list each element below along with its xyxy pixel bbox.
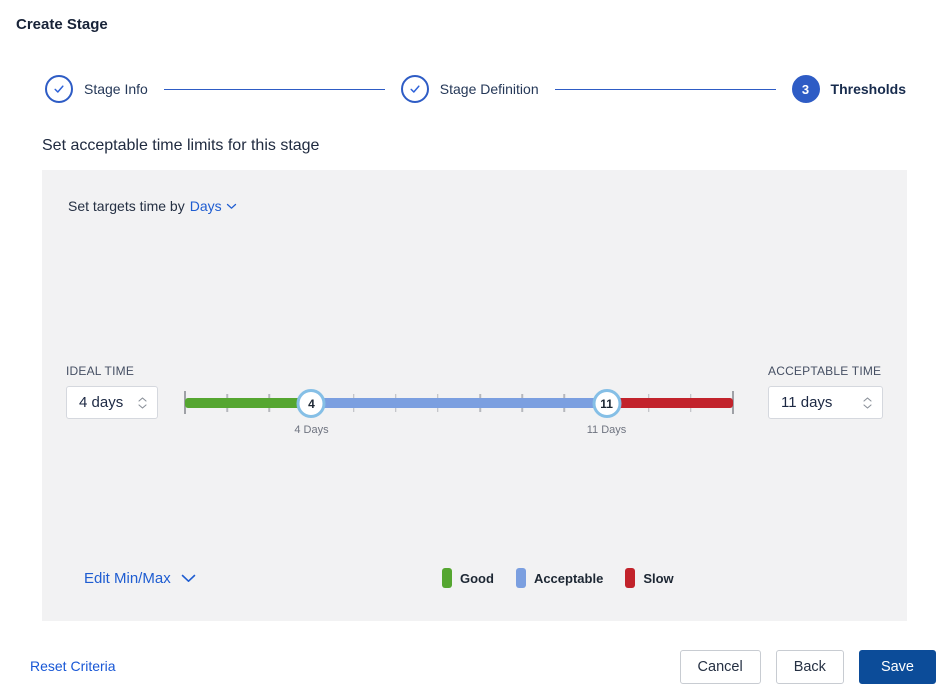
- slider-ticks: [185, 170, 733, 621]
- acceptable-handle-sublabel: 11 Days: [587, 424, 627, 436]
- legend-label: Slow: [643, 571, 673, 586]
- legend-item-slow: Slow: [625, 568, 673, 588]
- ideal-handle-sublabel: 4 Days: [294, 424, 328, 436]
- step-label: Stage Definition: [440, 81, 539, 97]
- stepper-connector: [164, 89, 385, 90]
- chevron-down-icon[interactable]: [138, 404, 147, 409]
- footer-buttons: Cancel Back Save: [680, 650, 936, 684]
- legend-item-acceptable: Acceptable: [516, 568, 603, 588]
- step-complete-circle: [401, 75, 429, 103]
- acceptable-time-input[interactable]: 11 days: [768, 386, 883, 419]
- legend-item-good: Good: [442, 568, 494, 588]
- legend-label: Good: [460, 571, 494, 586]
- step-thresholds[interactable]: 3 Thresholds: [792, 75, 906, 103]
- step-label: Stage Info: [84, 81, 148, 97]
- edit-minmax-link[interactable]: Edit Min/Max: [84, 570, 196, 587]
- slider-track: [185, 398, 733, 408]
- chevron-up-icon[interactable]: [138, 397, 147, 402]
- slow-swatch: [625, 568, 635, 588]
- check-icon: [52, 82, 66, 96]
- slider-segment-good: [185, 398, 311, 408]
- threshold-slider: 4 11 4 Days 11 Days: [185, 170, 733, 621]
- legend-label: Acceptable: [534, 571, 603, 586]
- ideal-time-stepper[interactable]: [138, 397, 147, 409]
- create-stage-page: Create Stage Stage Info Stage Definition…: [0, 0, 948, 695]
- check-icon: [408, 82, 422, 96]
- acceptable-time-label: ACCEPTABLE TIME: [768, 364, 881, 378]
- step-complete-circle: [45, 75, 73, 103]
- back-button[interactable]: Back: [776, 650, 844, 684]
- step-label: Thresholds: [831, 81, 906, 97]
- slider-segment-slow: [607, 398, 733, 408]
- wizard-stepper: Stage Info Stage Definition 3 Thresholds: [45, 75, 906, 103]
- edit-minmax-label: Edit Min/Max: [84, 570, 171, 587]
- save-button[interactable]: Save: [859, 650, 936, 684]
- ideal-time-input[interactable]: 4 days: [66, 386, 158, 419]
- slider-segment-acceptable: [311, 398, 606, 408]
- chevron-down-icon[interactable]: [863, 404, 872, 409]
- cancel-button[interactable]: Cancel: [680, 650, 761, 684]
- acceptable-time-slider-handle[interactable]: 11: [592, 389, 621, 418]
- chevron-down-icon: [181, 574, 196, 583]
- reset-criteria-link[interactable]: Reset Criteria: [30, 658, 116, 674]
- page-title: Create Stage: [16, 16, 108, 33]
- step-stage-definition[interactable]: Stage Definition: [401, 75, 539, 103]
- acceptable-time-value: 11 days: [781, 394, 832, 411]
- set-targets-label: Set targets time by: [68, 198, 185, 214]
- good-swatch: [442, 568, 452, 588]
- threshold-legend: Good Acceptable Slow: [442, 568, 674, 588]
- step-stage-info[interactable]: Stage Info: [45, 75, 148, 103]
- thresholds-panel: Set targets time by Days IDEAL TIME 4 da…: [42, 170, 907, 621]
- section-heading: Set acceptable time limits for this stag…: [42, 137, 319, 155]
- acceptable-swatch: [516, 568, 526, 588]
- chevron-up-icon[interactable]: [863, 397, 872, 402]
- step-number-circle: 3: [792, 75, 820, 103]
- ideal-time-label: IDEAL TIME: [66, 364, 134, 378]
- acceptable-time-stepper[interactable]: [863, 397, 872, 409]
- stepper-connector: [555, 89, 776, 90]
- ideal-time-value: 4 days: [79, 394, 123, 411]
- ideal-time-slider-handle[interactable]: 4: [297, 389, 326, 418]
